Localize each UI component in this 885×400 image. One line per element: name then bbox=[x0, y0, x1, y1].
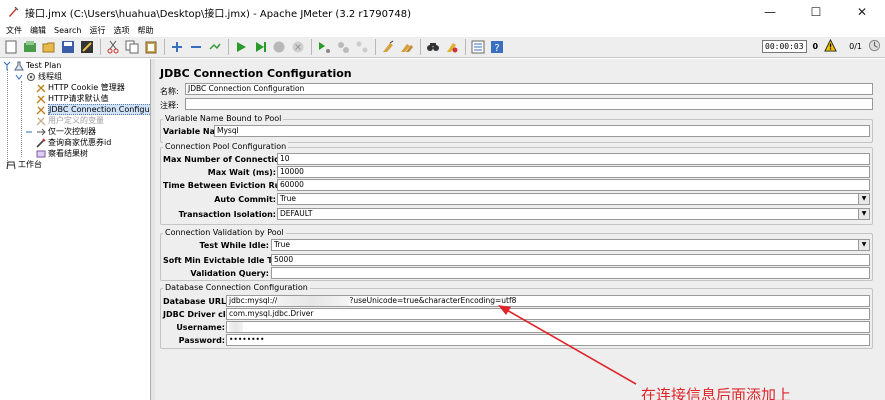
annotation-text: 在连接信息后面添加上 bbox=[641, 386, 792, 400]
annotation-arrow bbox=[498, 305, 637, 385]
